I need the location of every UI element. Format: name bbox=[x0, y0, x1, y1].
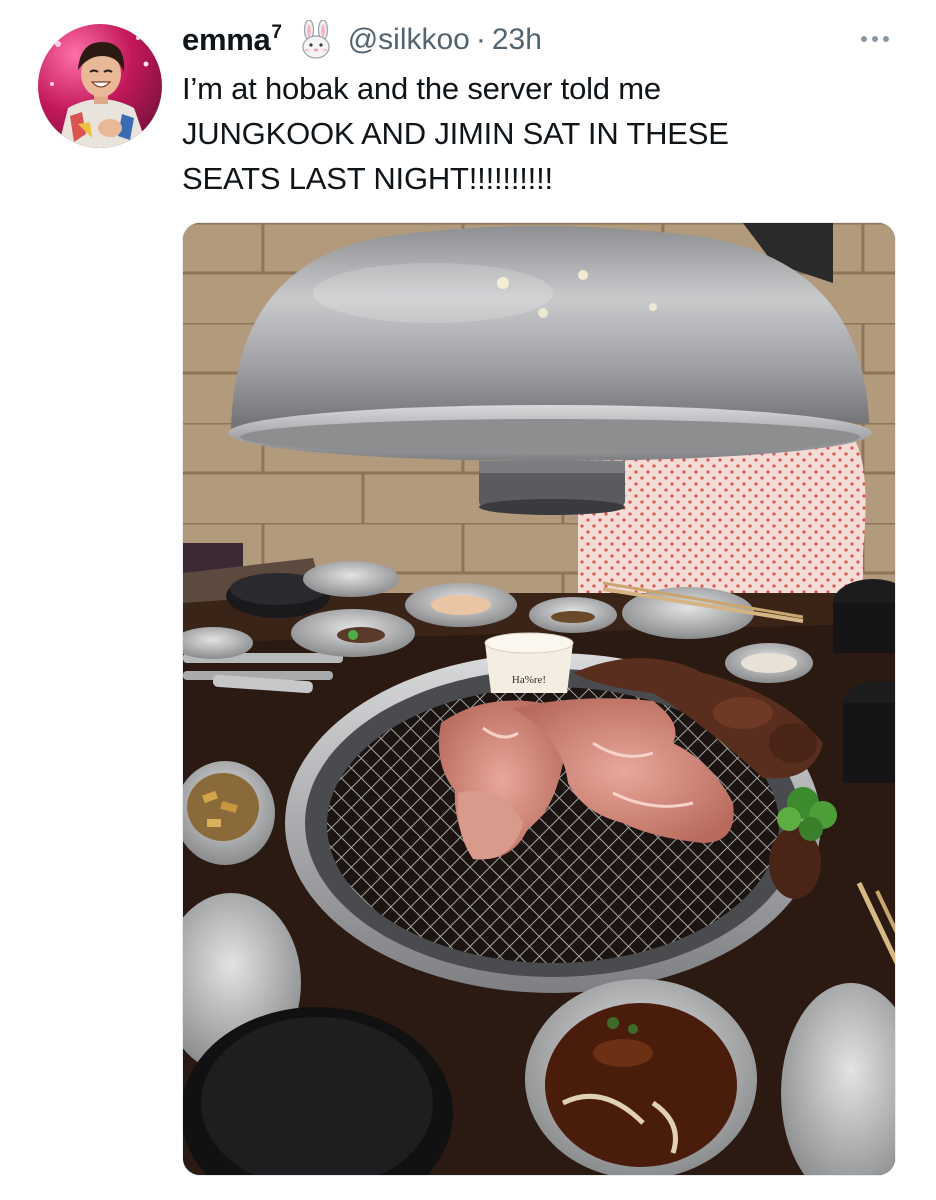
tweet-header: emma7 @silkkoo · 23h bbox=[182, 18, 542, 62]
avatar[interactable] bbox=[38, 24, 162, 148]
more-dots-icon bbox=[861, 36, 867, 42]
bbq-grill-photo: Ha%re! bbox=[183, 223, 895, 1175]
more-options-button[interactable] bbox=[852, 26, 898, 52]
sauce-cup-label: Ha%re! bbox=[512, 674, 546, 686]
tweet-photo[interactable]: Ha%re! bbox=[182, 222, 896, 1176]
tweet-text-line: JUNGKOOK AND JIMIN SAT IN THESE bbox=[182, 116, 729, 151]
tweet-text-line: SEATS LAST NIGHT!!!!!!!!!! bbox=[182, 161, 553, 196]
rabbit-face-icon bbox=[296, 19, 336, 60]
tweet: emma7 @silkkoo · 23h I’m at hobak and th… bbox=[0, 0, 936, 1200]
avatar-image bbox=[50, 36, 149, 148]
user-handle[interactable]: @silkkoo bbox=[348, 23, 470, 57]
tweet-text: I’m at hobak and the server told me JUNG… bbox=[182, 66, 902, 201]
separator-dot: · bbox=[475, 23, 486, 56]
tweet-text-line: I’m at hobak and the server told me bbox=[182, 71, 661, 106]
timestamp[interactable]: 23h bbox=[492, 23, 542, 57]
display-name[interactable]: emma7 bbox=[182, 22, 282, 58]
